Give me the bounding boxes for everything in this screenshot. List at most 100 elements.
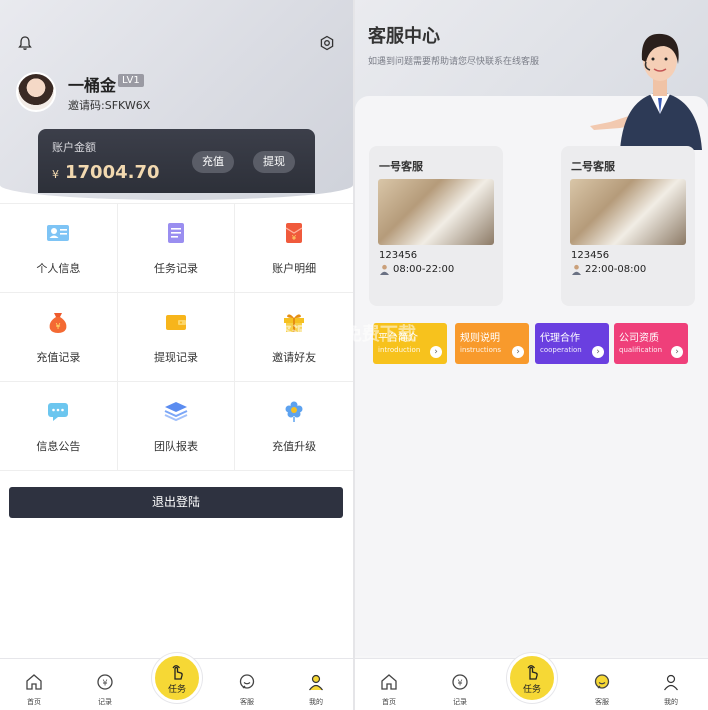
message-icon — [48, 403, 69, 421]
service-name: 二号客服 — [571, 160, 615, 173]
svg-text:¥: ¥ — [102, 679, 107, 688]
tab-label: 首页 — [382, 698, 396, 706]
service-number: 123456 — [379, 250, 418, 261]
tab-label: 记录 — [98, 698, 112, 706]
tab-service[interactable]: 客服 — [222, 673, 272, 707]
agent-icon — [380, 264, 389, 275]
promo-introduction[interactable]: 平台简介 introduction › — [373, 323, 447, 364]
promo-cooperation[interactable]: 代理合作 cooperation › — [535, 323, 609, 364]
promo-title: 代理合作 — [540, 333, 580, 344]
service-photo — [570, 179, 686, 245]
menu-item-recharge-records[interactable]: ¥ 充值记录 — [0, 293, 118, 382]
tab-label: 我的 — [664, 698, 678, 706]
agent-icon — [572, 264, 581, 275]
tab-home[interactable]: 首页 — [9, 673, 59, 707]
tab-mine[interactable]: 我的 — [646, 673, 696, 707]
tab-task[interactable]: 任务 — [152, 653, 202, 703]
service-hours: 22:00-08:00 — [571, 264, 646, 275]
svg-text:¥: ¥ — [56, 322, 61, 331]
menu-item-withdraw-records[interactable]: 提现记录 — [117, 293, 236, 382]
menu-label: 充值记录 — [36, 351, 81, 364]
service-name: 一号客服 — [379, 160, 423, 173]
promo-title: 平台简介 — [378, 333, 418, 344]
menu-label: 账户明细 — [272, 262, 317, 275]
avatar[interactable] — [16, 72, 56, 112]
menu-label: 提现记录 — [153, 351, 198, 364]
menu-label: 团队报表 — [153, 440, 198, 453]
balance-label: 账户金额 — [52, 141, 96, 154]
layers-icon — [164, 402, 188, 422]
home-icon — [26, 674, 42, 690]
balance-card: 账户金额 ¥17004.70 充值 提现 — [38, 129, 315, 193]
tab-label: 任务 — [522, 684, 541, 695]
home-icon — [381, 674, 397, 690]
customer-service-screen: 客服中心 如遇到问题需要帮助请您尽快联系在线客服 一号客服 123456 08:… — [355, 0, 708, 710]
menu-label: 个人信息 — [36, 262, 81, 275]
tab-label: 记录 — [453, 698, 467, 706]
chat-bubble-icon — [594, 674, 610, 689]
promo-qualification[interactable]: 公司资质 qualification › — [614, 323, 688, 364]
promo-instructions[interactable]: 规则说明 instructions › — [455, 323, 529, 364]
service-card-1[interactable]: 一号客服 123456 08:00-22:00 — [369, 146, 503, 306]
tab-home[interactable]: 首页 — [364, 673, 414, 707]
tab-mine[interactable]: 我的 — [291, 673, 341, 707]
tab-label: 首页 — [27, 698, 41, 706]
currency-symbol: ¥ — [52, 168, 59, 181]
yen-circle-icon: ¥ — [97, 674, 113, 690]
arrow-right-icon: › — [430, 346, 442, 358]
tab-records[interactable]: ¥ 记录 — [435, 673, 485, 707]
user-icon — [309, 674, 323, 691]
profile-screen: 一桶金 LV1 邀请码:SFKW6X 账户金额 ¥17004.70 充值 提现 … — [0, 0, 353, 710]
yen-circle-icon: ¥ — [452, 674, 468, 690]
money-bag-icon: ¥ — [49, 313, 67, 333]
tap-hand-icon — [527, 664, 538, 680]
bell-icon[interactable] — [14, 32, 36, 54]
settings-icon[interactable] — [316, 32, 338, 54]
page-subtitle: 如遇到问题需要帮助请您尽快联系在线客服 — [368, 57, 540, 67]
document-icon — [167, 223, 184, 243]
menu-item-recharge-upgrade[interactable]: 充值升级 — [235, 382, 353, 471]
service-card-2[interactable]: 二号客服 123456 22:00-08:00 — [561, 146, 695, 306]
chat-bubble-icon — [239, 674, 255, 689]
service-hours-text: 22:00-08:00 — [585, 264, 647, 275]
menu-item-announcements[interactable]: 信息公告 — [0, 382, 118, 471]
tab-service[interactable]: 客服 — [577, 673, 627, 707]
service-number: 123456 — [571, 250, 610, 261]
menu-item-account-details[interactable]: ¥ 账户明细 — [235, 204, 353, 293]
bottom-tab-bar: 首页 ¥ 记录 任务 客服 我的 — [0, 653, 353, 710]
withdraw-button[interactable]: 提现 — [253, 151, 295, 173]
tab-label: 客服 — [240, 698, 254, 706]
logout-button[interactable]: 退出登陆 — [9, 487, 343, 518]
menu-item-task-records[interactable]: 任务记录 — [117, 204, 236, 293]
flower-icon — [285, 401, 303, 422]
page-title: 客服中心 — [368, 26, 440, 47]
tap-hand-icon — [172, 664, 183, 680]
tab-records[interactable]: ¥ 记录 — [80, 673, 130, 707]
menu-item-invite-friends[interactable]: 邀请好友 — [235, 293, 353, 382]
service-hours: 08:00-22:00 — [379, 264, 454, 275]
arrow-right-icon: › — [671, 346, 683, 358]
user-icon — [664, 674, 678, 691]
bottom-tab-bar: 首页 ¥ 记录 任务 客服 我的 — [355, 653, 708, 710]
menu-item-profile[interactable]: 个人信息 — [0, 204, 118, 293]
arrow-right-icon: › — [592, 346, 604, 358]
balance-value: 17004.70 — [65, 162, 160, 183]
menu-label: 充值升级 — [272, 440, 317, 453]
level-badge: LV1 — [118, 74, 144, 87]
id-card-icon — [47, 225, 70, 241]
service-hours-text: 08:00-22:00 — [393, 264, 455, 275]
menu-item-team-report[interactable]: 团队报表 — [117, 382, 236, 471]
profile-header: 一桶金 LV1 邀请码:SFKW6X 账户金额 ¥17004.70 充值 提现 — [0, 0, 353, 200]
balance-amount: ¥17004.70 — [52, 162, 160, 183]
svg-text:¥: ¥ — [292, 234, 297, 242]
tab-task[interactable]: 任务 — [507, 653, 557, 703]
menu-label: 任务记录 — [153, 262, 198, 275]
arrow-right-icon: › — [512, 346, 524, 358]
promo-title: 公司资质 — [619, 333, 659, 344]
tab-label: 任务 — [167, 684, 186, 695]
menu-label: 信息公告 — [36, 440, 81, 453]
svg-text:¥: ¥ — [457, 679, 462, 688]
service-agent-illustration — [590, 33, 702, 150]
gift-icon — [284, 314, 305, 332]
recharge-button[interactable]: 充值 — [192, 151, 234, 173]
